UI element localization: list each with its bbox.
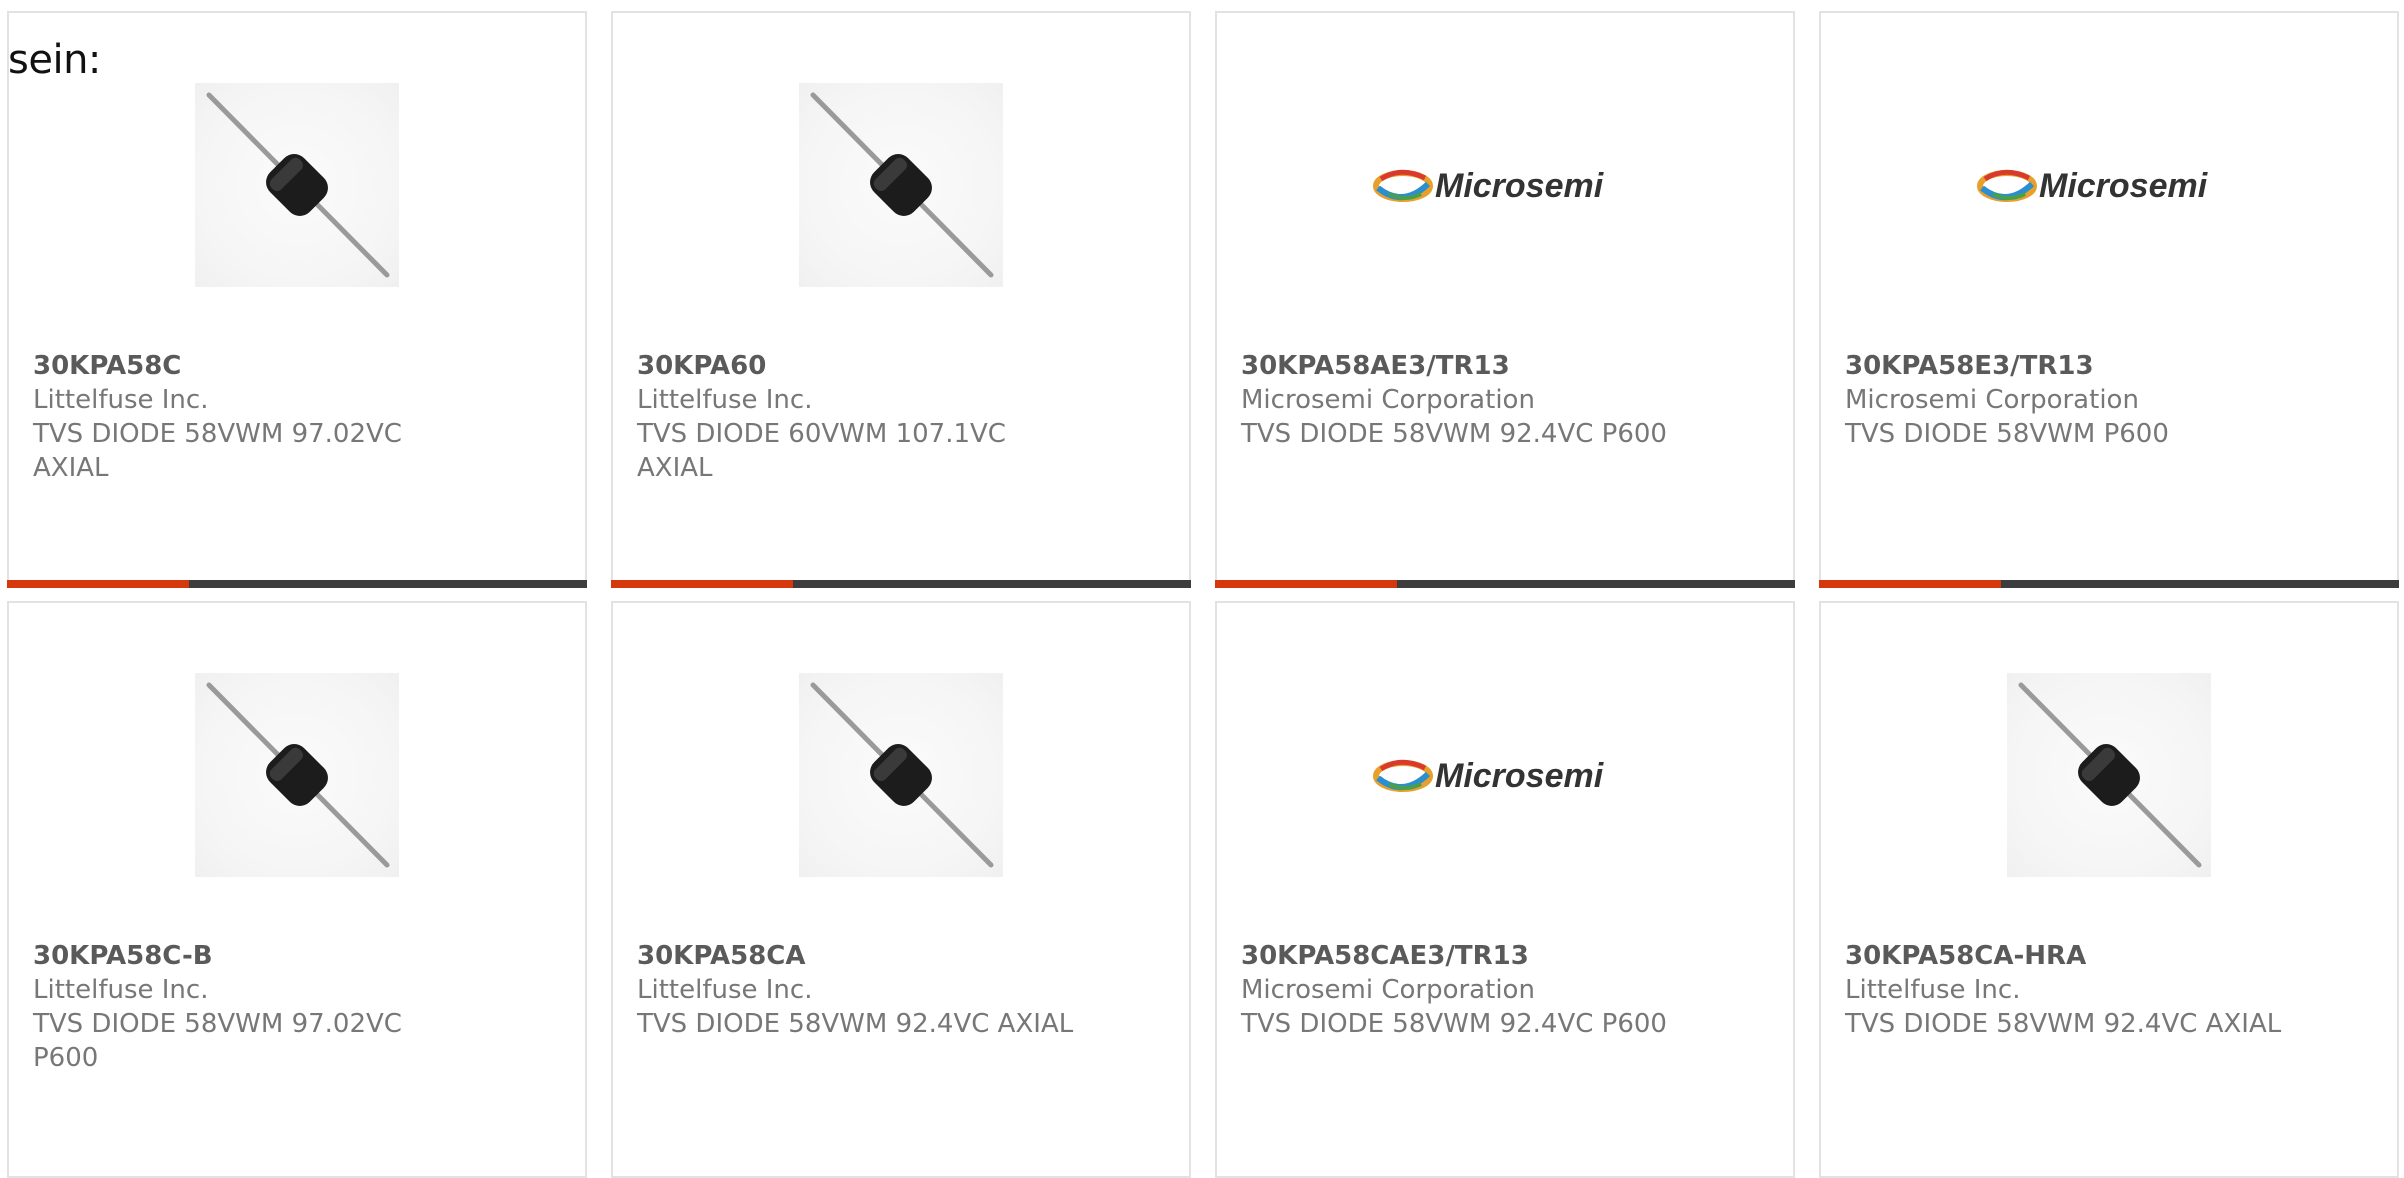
product-info: 30KPA58CA-HRA Littelfuse Inc. TVS DIODE … bbox=[1845, 939, 2365, 1041]
axial-diode-image bbox=[195, 673, 399, 877]
part-number[interactable]: 30KPA58C bbox=[33, 349, 553, 383]
part-number[interactable]: 30KPA58C-B bbox=[33, 939, 553, 973]
product-card[interactable]: Microsemi 30KPA58AE3/TR13 Microsemi Corp… bbox=[1215, 11, 1795, 588]
card-footer-accent bbox=[1819, 580, 2001, 588]
product-card[interactable]: 30KPA58CA-HRA Littelfuse Inc. TVS DIODE … bbox=[1819, 601, 2399, 1178]
product-description: TVS DIODE 58VWM 92.4VC AXIAL bbox=[637, 1009, 1074, 1039]
manufacturer: Littelfuse Inc. bbox=[33, 385, 209, 415]
product-info: 30KPA60 Littelfuse Inc. TVS DIODE 60VWM … bbox=[637, 349, 1157, 485]
microsemi-logo: Microsemi bbox=[1367, 743, 1643, 809]
manufacturer: Littelfuse Inc. bbox=[637, 385, 813, 415]
manufacturer: Littelfuse Inc. bbox=[1845, 975, 2021, 1005]
product-info: 30KPA58C-B Littelfuse Inc. TVS DIODE 58V… bbox=[33, 939, 553, 1075]
logo-text: Microsemi bbox=[1435, 757, 1605, 795]
product-info: 30KPA58AE3/TR13 Microsemi Corporation TV… bbox=[1241, 349, 1761, 451]
product-card[interactable]: 30KPA58CA Littelfuse Inc. TVS DIODE 58VW… bbox=[611, 601, 1191, 1178]
manufacturer: Littelfuse Inc. bbox=[637, 975, 813, 1005]
axial-diode-image bbox=[2007, 673, 2211, 877]
product-description: TVS DIODE 58VWM 92.4VC P600 bbox=[1241, 419, 1667, 449]
card-footer-accent bbox=[611, 580, 793, 588]
product-description: TVS DIODE 58VWM P600 bbox=[1845, 419, 2169, 449]
logo-text: Microsemi bbox=[1435, 167, 1605, 205]
product-info: 30KPA58C Littelfuse Inc. TVS DIODE 58VWM… bbox=[33, 349, 553, 485]
logo-text: Microsemi bbox=[2039, 167, 2209, 205]
part-number[interactable]: 30KPA58CA-HRA bbox=[1845, 939, 2365, 973]
part-number[interactable]: 30KPA60 bbox=[637, 349, 1157, 383]
part-number[interactable]: 30KPA58AE3/TR13 bbox=[1241, 349, 1761, 383]
part-number[interactable]: 30KPA58CAE3/TR13 bbox=[1241, 939, 1761, 973]
product-description: TVS DIODE 58VWM 97.02VC P600 bbox=[33, 1009, 402, 1073]
manufacturer: Microsemi Corporation bbox=[1845, 385, 2139, 415]
product-card[interactable]: 30KPA60 Littelfuse Inc. TVS DIODE 60VWM … bbox=[611, 11, 1191, 588]
part-number[interactable]: 30KPA58CA bbox=[637, 939, 1157, 973]
axial-diode-image bbox=[195, 83, 399, 287]
axial-diode-image bbox=[799, 673, 1003, 877]
product-description: TVS DIODE 58VWM 92.4VC AXIAL bbox=[1845, 1009, 2282, 1039]
product-description: TVS DIODE 58VWM 97.02VC AXIAL bbox=[33, 419, 402, 483]
product-card[interactable]: 30KPA58C-B Littelfuse Inc. TVS DIODE 58V… bbox=[7, 601, 587, 1178]
intro-text: sein: bbox=[8, 37, 101, 83]
card-footer-bar bbox=[1215, 580, 1795, 588]
product-grid: 30KPA58C Littelfuse Inc. TVS DIODE 58VWM… bbox=[0, 0, 2404, 1178]
part-number[interactable]: 30KPA58E3/TR13 bbox=[1845, 349, 2365, 383]
product-card[interactable]: Microsemi 30KPA58CAE3/TR13 Microsemi Cor… bbox=[1215, 601, 1795, 1178]
product-info: 30KPA58CA Littelfuse Inc. TVS DIODE 58VW… bbox=[637, 939, 1157, 1041]
card-footer-bar bbox=[611, 580, 1191, 588]
microsemi-logo: Microsemi bbox=[1367, 153, 1643, 219]
product-card[interactable]: Microsemi 30KPA58E3/TR13 Microsemi Corpo… bbox=[1819, 11, 2399, 588]
product-description: TVS DIODE 58VWM 92.4VC P600 bbox=[1241, 1009, 1667, 1039]
card-footer-bar bbox=[7, 580, 587, 588]
card-footer-accent bbox=[1215, 580, 1397, 588]
product-info: 30KPA58E3/TR13 Microsemi Corporation TVS… bbox=[1845, 349, 2365, 451]
manufacturer: Littelfuse Inc. bbox=[33, 975, 209, 1005]
card-footer-bar bbox=[1819, 580, 2399, 588]
product-card[interactable]: 30KPA58C Littelfuse Inc. TVS DIODE 58VWM… bbox=[7, 11, 587, 588]
manufacturer: Microsemi Corporation bbox=[1241, 385, 1535, 415]
card-footer-accent bbox=[7, 580, 189, 588]
microsemi-logo: Microsemi bbox=[1971, 153, 2247, 219]
manufacturer: Microsemi Corporation bbox=[1241, 975, 1535, 1005]
axial-diode-image bbox=[799, 83, 1003, 287]
product-description: TVS DIODE 60VWM 107.1VC AXIAL bbox=[637, 419, 1006, 483]
product-info: 30KPA58CAE3/TR13 Microsemi Corporation T… bbox=[1241, 939, 1761, 1041]
